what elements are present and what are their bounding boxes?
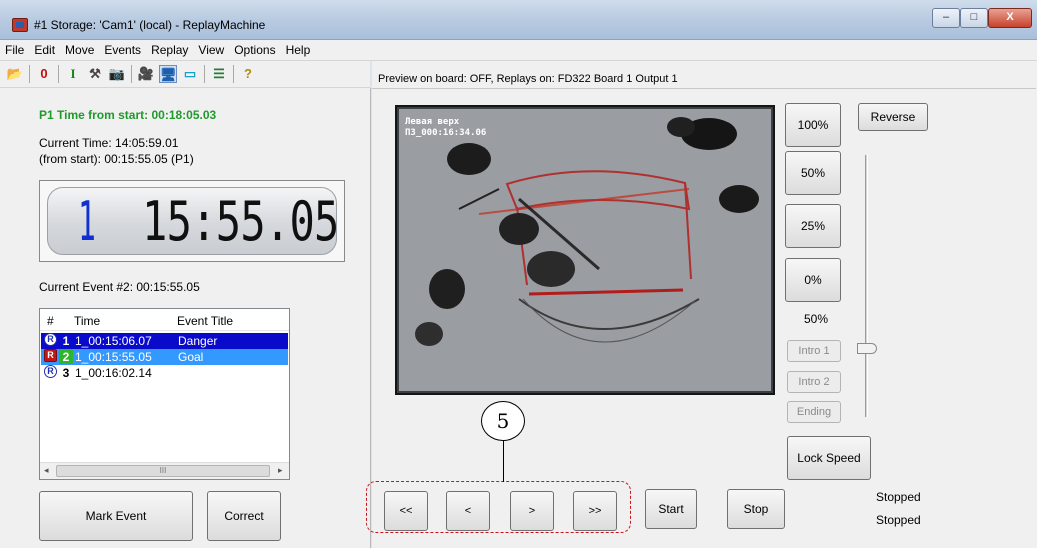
correct-button[interactable]: Correct xyxy=(207,491,281,541)
scrollbar-thumb[interactable]: III xyxy=(56,465,270,477)
toolbar-separator xyxy=(204,65,205,83)
hockey-rink-image xyxy=(399,109,771,391)
event-time: 1_00:16:02.14 xyxy=(75,366,152,380)
status-text: Stopped xyxy=(876,490,921,504)
in-mark-icon[interactable]: I xyxy=(64,65,82,83)
from-start-time: (from start): 00:15:55.05 (P1) xyxy=(39,152,194,166)
list-item[interactable]: R 3 1_00:16:02.14 xyxy=(41,365,288,381)
event-number: 1 xyxy=(62,334,70,348)
maximize-button[interactable]: □ xyxy=(960,8,988,28)
callout-line xyxy=(503,436,504,482)
menu-move[interactable]: Move xyxy=(65,43,94,57)
toolbar-separator xyxy=(29,65,30,83)
menu-bar: File Edit Move Events Replay View Option… xyxy=(0,40,1037,61)
clock-time-digits: 15:55.05 xyxy=(142,190,339,253)
toolbar-separator xyxy=(58,65,59,83)
list-item[interactable]: R 2 1_00:15:55.05 Goal xyxy=(41,349,288,365)
reverse-button[interactable]: Reverse xyxy=(858,103,928,131)
speed-100-button[interactable]: 100% xyxy=(785,103,841,147)
menu-file[interactable]: File xyxy=(5,43,24,57)
zero-icon[interactable]: 0 xyxy=(35,65,53,83)
menu-edit[interactable]: Edit xyxy=(34,43,55,57)
current-event-label: Current Event #2: 00:15:55.05 xyxy=(39,280,200,294)
callout-number: 5 xyxy=(481,401,525,441)
speed-slider-track[interactable] xyxy=(865,155,868,417)
replay-icon: R xyxy=(44,349,57,362)
menu-replay[interactable]: Replay xyxy=(151,43,188,57)
start-button[interactable]: Start xyxy=(645,489,697,529)
menu-view[interactable]: View xyxy=(198,43,224,57)
menu-options[interactable]: Options xyxy=(234,43,275,57)
column-header-event-title[interactable]: Event Title xyxy=(177,314,233,328)
display-icon[interactable]: ▭ xyxy=(181,65,199,83)
event-list[interactable]: # Time Event Title R 1 1_00:15:06.07 Dan… xyxy=(39,308,290,480)
close-button[interactable]: X xyxy=(988,8,1032,28)
window-title: #1 Storage: 'Cam1' (local) - ReplayMachi… xyxy=(34,18,266,32)
scroll-left-arrow-icon[interactable]: ◂ xyxy=(44,465,49,476)
minimize-button[interactable]: – xyxy=(932,8,960,28)
open-folder-icon[interactable]: 📂 xyxy=(6,65,24,83)
stop-button[interactable]: Stop xyxy=(727,489,785,529)
scroll-right-arrow-icon[interactable]: ▸ xyxy=(278,465,283,476)
clock-event-number: 1 xyxy=(78,190,96,253)
title-bar: #1 Storage: 'Cam1' (local) - ReplayMachi… xyxy=(0,0,1037,40)
event-title: Goal xyxy=(178,350,204,364)
replay-icon: R xyxy=(44,333,57,346)
video-preview: Левая верх П3_000:16:34.06 xyxy=(395,105,775,395)
event-time: 1_00:15:55.05 xyxy=(75,350,152,364)
event-clock-display: 1 15:55.05 xyxy=(39,180,345,262)
intro-2-button[interactable]: Intro 2 xyxy=(787,371,841,393)
menu-help[interactable]: Help xyxy=(286,43,311,57)
speed-readout: 50% xyxy=(804,312,829,326)
video-caption-camera: Левая верх xyxy=(405,117,460,127)
help-icon[interactable]: ? xyxy=(239,65,257,83)
mark-event-button[interactable]: Mark Event xyxy=(39,491,193,541)
intro-1-button[interactable]: Intro 1 xyxy=(787,340,841,362)
left-panel: P1 Time from start: 00:18:05.03 Current … xyxy=(0,88,371,548)
toolbar-separator xyxy=(233,65,234,83)
tools-icon[interactable]: ⚒ xyxy=(86,65,104,83)
app-icon xyxy=(12,18,28,32)
column-header-number[interactable]: # xyxy=(47,314,54,328)
replay-icon: R xyxy=(44,365,57,378)
p1-time-from-start: P1 Time from start: 00:18:05.03 xyxy=(39,108,217,122)
marker-icon[interactable]: 📷 xyxy=(108,65,126,83)
event-number: 3 xyxy=(62,366,70,380)
current-time: Current Time: 14:05:59.01 xyxy=(39,136,179,150)
list-item[interactable]: R 1 1_00:15:06.07 Danger xyxy=(41,333,288,349)
toolbar: 📂 0 I ⚒ 📷 🎥 🖥 ▭ ☰ ? xyxy=(0,61,370,88)
horizontal-scrollbar[interactable]: ◂ III ▸ xyxy=(40,462,289,479)
speed-slider-thumb[interactable] xyxy=(857,343,877,354)
column-header-time[interactable]: Time xyxy=(74,314,100,328)
event-time: 1_00:15:06.07 xyxy=(75,334,152,348)
monitor-icon[interactable]: 🖥 xyxy=(159,65,177,83)
speed-25-button[interactable]: 25% xyxy=(785,204,841,248)
preview-info: Preview on board: OFF, Replays on: FD322… xyxy=(378,73,678,85)
lock-speed-button[interactable]: Lock Speed xyxy=(787,436,871,480)
replay-panel: Preview on board: OFF, Replays on: FD322… xyxy=(372,61,1037,548)
event-number: 2 xyxy=(59,349,73,364)
clock-face: 1 15:55.05 xyxy=(47,187,339,255)
list-icon[interactable]: ☰ xyxy=(210,65,228,83)
camera-icon[interactable]: 🎥 xyxy=(137,65,155,83)
divider xyxy=(372,88,1036,89)
menu-events[interactable]: Events xyxy=(104,43,141,57)
status-text: Stopped xyxy=(876,513,921,527)
event-title: Danger xyxy=(178,334,218,348)
callout-highlight-box xyxy=(366,481,631,533)
speed-50-button[interactable]: 50% xyxy=(785,151,841,195)
video-frame xyxy=(399,109,771,391)
speed-0-button[interactable]: 0% xyxy=(785,258,841,302)
video-caption-timecode: П3_000:16:34.06 xyxy=(405,128,487,138)
toolbar-separator xyxy=(131,65,132,83)
ending-button[interactable]: Ending xyxy=(787,401,841,423)
event-list-header: # Time Event Title xyxy=(40,309,289,331)
